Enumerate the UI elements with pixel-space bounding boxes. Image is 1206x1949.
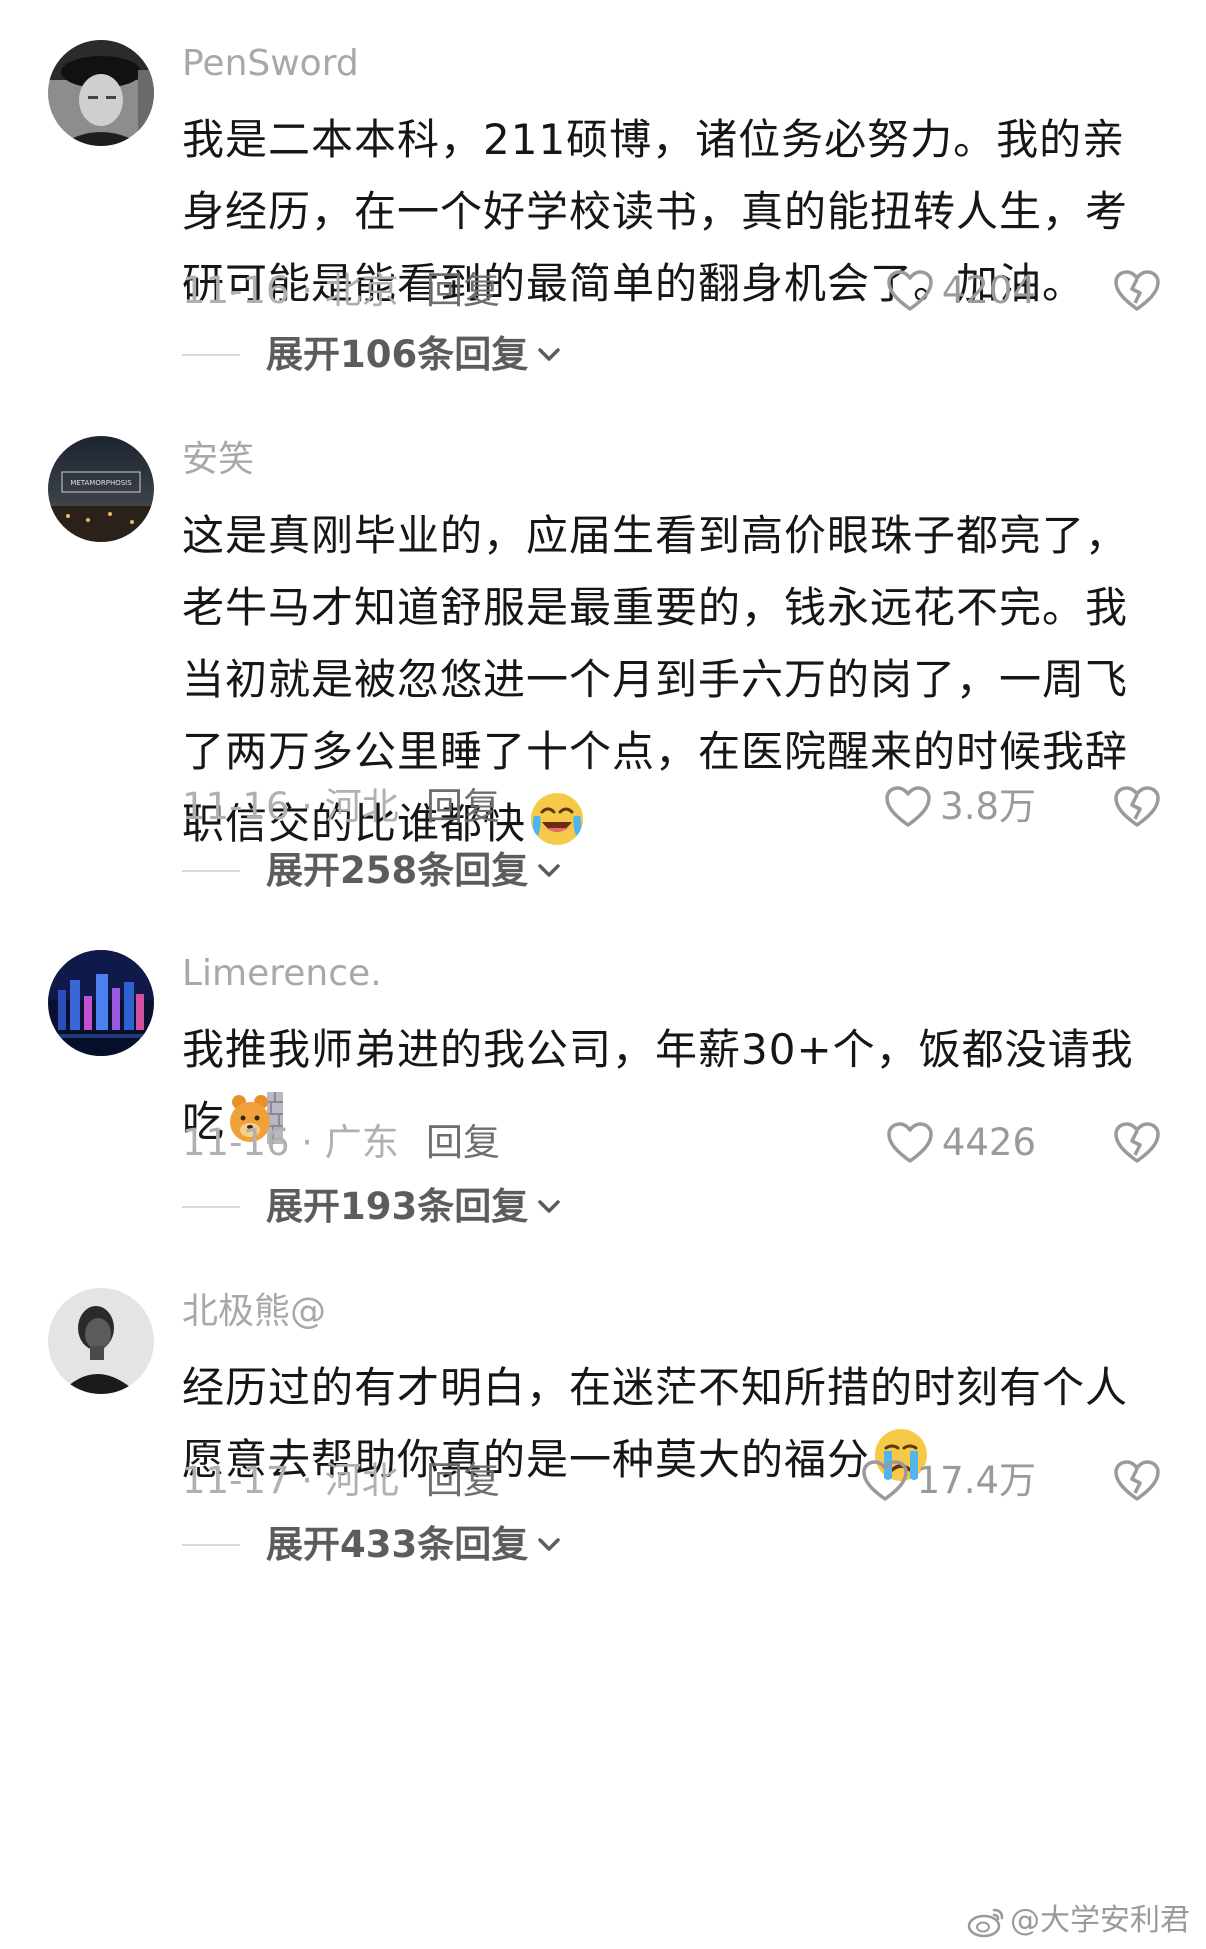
like-count: 17.4万 bbox=[916, 1459, 1036, 1502]
username[interactable]: Limerence. bbox=[182, 952, 382, 996]
chevron-down-icon bbox=[538, 348, 560, 361]
heart-outline-icon bbox=[861, 1460, 908, 1501]
heart-outline-icon bbox=[887, 270, 933, 311]
like-button[interactable]: 17.4万 bbox=[861, 1456, 1036, 1506]
expand-replies-label: 展开106条回复 bbox=[266, 333, 529, 376]
like-button[interactable]: 4204 bbox=[886, 266, 1036, 316]
expand-replies-label: 展开258条回复 bbox=[266, 849, 529, 892]
username[interactable]: 安笑 bbox=[182, 438, 254, 482]
dislike-button[interactable] bbox=[1112, 1118, 1162, 1168]
broken-heart-icon bbox=[1114, 786, 1160, 827]
reply-button[interactable]: 回复 bbox=[426, 266, 500, 316]
expand-replies-button[interactable]: 展开433条回复 bbox=[182, 1520, 562, 1570]
username[interactable]: 北极熊@ bbox=[182, 1290, 326, 1334]
comment-date-location: 11-16 · 河北 bbox=[182, 785, 399, 828]
like-button[interactable]: 4426 bbox=[886, 1118, 1036, 1168]
comment-date-location: 11-16 · 广东 bbox=[182, 1121, 399, 1164]
reply-button[interactable]: 回复 bbox=[426, 1456, 500, 1506]
chevron-down-icon bbox=[538, 1538, 560, 1551]
divider bbox=[182, 870, 240, 872]
username[interactable]: PenSword bbox=[182, 42, 359, 86]
reply-button[interactable]: 回复 bbox=[426, 782, 500, 832]
comment-text-line: 了两万多公里睡了十个点，在医院醒来的时候我辞 bbox=[182, 727, 1129, 776]
comment-text-line: 当初就是被忽悠进一个月到手六万的岗了，一周飞 bbox=[182, 655, 1129, 704]
comment-meta-row: 11-16 · 河北 回复 3.8万 bbox=[182, 782, 1162, 832]
like-button[interactable]: 3.8万 bbox=[884, 782, 1036, 832]
comment-text-line: 我是二本本科，211硕博，诸位务必努力。我的亲 bbox=[182, 115, 1126, 164]
comment-meta-row: 11-16 · 广东 回复 4426 bbox=[182, 1118, 1162, 1168]
chevron-down-icon bbox=[538, 864, 560, 877]
like-count: 3.8万 bbox=[940, 785, 1036, 828]
broken-heart-icon bbox=[1114, 1122, 1160, 1163]
expand-replies-button[interactable]: 展开106条回复 bbox=[182, 330, 562, 380]
heart-outline-icon bbox=[887, 1122, 933, 1163]
avatar[interactable] bbox=[48, 950, 154, 1056]
dislike-button[interactable] bbox=[1112, 782, 1162, 832]
watermark-text: @大学安利君 bbox=[1010, 1903, 1190, 1938]
comment-date-location: 11-17 · 河北 bbox=[182, 1459, 399, 1502]
avatar[interactable]: METAMORPHOSIS bbox=[48, 436, 154, 542]
comment-text-line: 身经历，在一个好学校读书，真的能扭转人生，考 bbox=[182, 187, 1129, 236]
divider bbox=[182, 354, 240, 356]
divider bbox=[182, 1544, 240, 1546]
like-count: 4426 bbox=[941, 1121, 1036, 1164]
avatar[interactable] bbox=[48, 1288, 154, 1394]
watermark: @大学安利君 bbox=[966, 1901, 1190, 1941]
avatar-caption: METAMORPHOSIS bbox=[70, 479, 132, 487]
avatar[interactable] bbox=[48, 40, 154, 146]
expand-replies-label: 展开193条回复 bbox=[266, 1185, 529, 1228]
comment-date-location: 11-16 · 北京 bbox=[182, 269, 399, 312]
comment-text-line: 这是真刚毕业的，应届生看到高价眼珠子都亮了， bbox=[182, 511, 1129, 560]
expand-replies-label: 展开433条回复 bbox=[266, 1523, 529, 1566]
expand-replies-button[interactable]: 展开258条回复 bbox=[182, 846, 562, 896]
reply-button[interactable]: 回复 bbox=[426, 1118, 500, 1168]
expand-replies-button[interactable]: 展开193条回复 bbox=[182, 1182, 562, 1232]
weibo-logo-icon bbox=[967, 1908, 1004, 1938]
comment-meta-row: 11-17 · 河北 回复 17.4万 bbox=[182, 1456, 1162, 1506]
dislike-button[interactable] bbox=[1112, 1456, 1162, 1506]
heart-outline-icon bbox=[885, 786, 931, 827]
comment-meta-row: 11-16 · 北京 回复 4204 bbox=[182, 266, 1162, 316]
chevron-down-icon bbox=[538, 1200, 560, 1213]
broken-heart-icon bbox=[1114, 270, 1160, 311]
dislike-button[interactable] bbox=[1112, 266, 1162, 316]
comment-text-line: 我推我师弟进的我公司，年薪30+个，饭都没请我 bbox=[182, 1025, 1134, 1074]
comment-text-line: 经历过的有才明白，在迷茫不知所措的时刻有个人 bbox=[182, 1363, 1129, 1412]
divider bbox=[182, 1206, 240, 1208]
comment-text-line: 老牛马才知道舒服是最重要的，钱永远花不完。我 bbox=[182, 583, 1129, 632]
like-count: 4204 bbox=[941, 269, 1036, 312]
broken-heart-icon bbox=[1114, 1460, 1160, 1501]
